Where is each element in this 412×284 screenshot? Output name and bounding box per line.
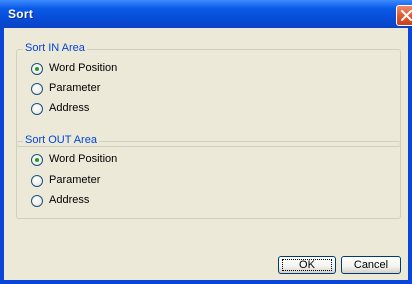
title-bar[interactable]: Sort <box>0 0 412 28</box>
cancel-button-label: Cancel <box>353 259 389 271</box>
sort-out-area-legend: Sort OUT Area <box>23 134 99 146</box>
sort-dialog: Sort Sort IN Area Word Position Paramete… <box>0 0 412 284</box>
radio-button[interactable] <box>31 154 43 166</box>
option-label: Address <box>49 102 90 114</box>
radio-button[interactable] <box>31 175 43 187</box>
window-title: Sort <box>8 7 34 21</box>
radio-button[interactable] <box>31 83 43 95</box>
close-icon <box>401 10 412 21</box>
ok-button-label: OK <box>299 259 315 271</box>
radio-button[interactable] <box>31 195 43 207</box>
sort-in-area-group: Sort IN Area Word Position Parameter Add… <box>16 42 401 147</box>
sort-out-area-group: Sort OUT Area Word Position Parameter Ad… <box>16 134 401 219</box>
option-label: Word Position <box>49 62 118 74</box>
option-label: Word Position <box>49 153 118 165</box>
option-label: Address <box>49 194 90 206</box>
cancel-button[interactable]: Cancel <box>341 256 401 274</box>
option-label: Parameter <box>49 82 101 94</box>
close-button[interactable] <box>396 5 412 26</box>
dialog-body: Sort IN Area Word Position Parameter Add… <box>4 28 408 280</box>
sort-in-area-legend: Sort IN Area <box>23 42 87 54</box>
option-label: Parameter <box>49 174 101 186</box>
ok-button[interactable]: OK <box>278 256 336 274</box>
radio-button[interactable] <box>31 103 43 115</box>
radio-button[interactable] <box>31 63 43 75</box>
